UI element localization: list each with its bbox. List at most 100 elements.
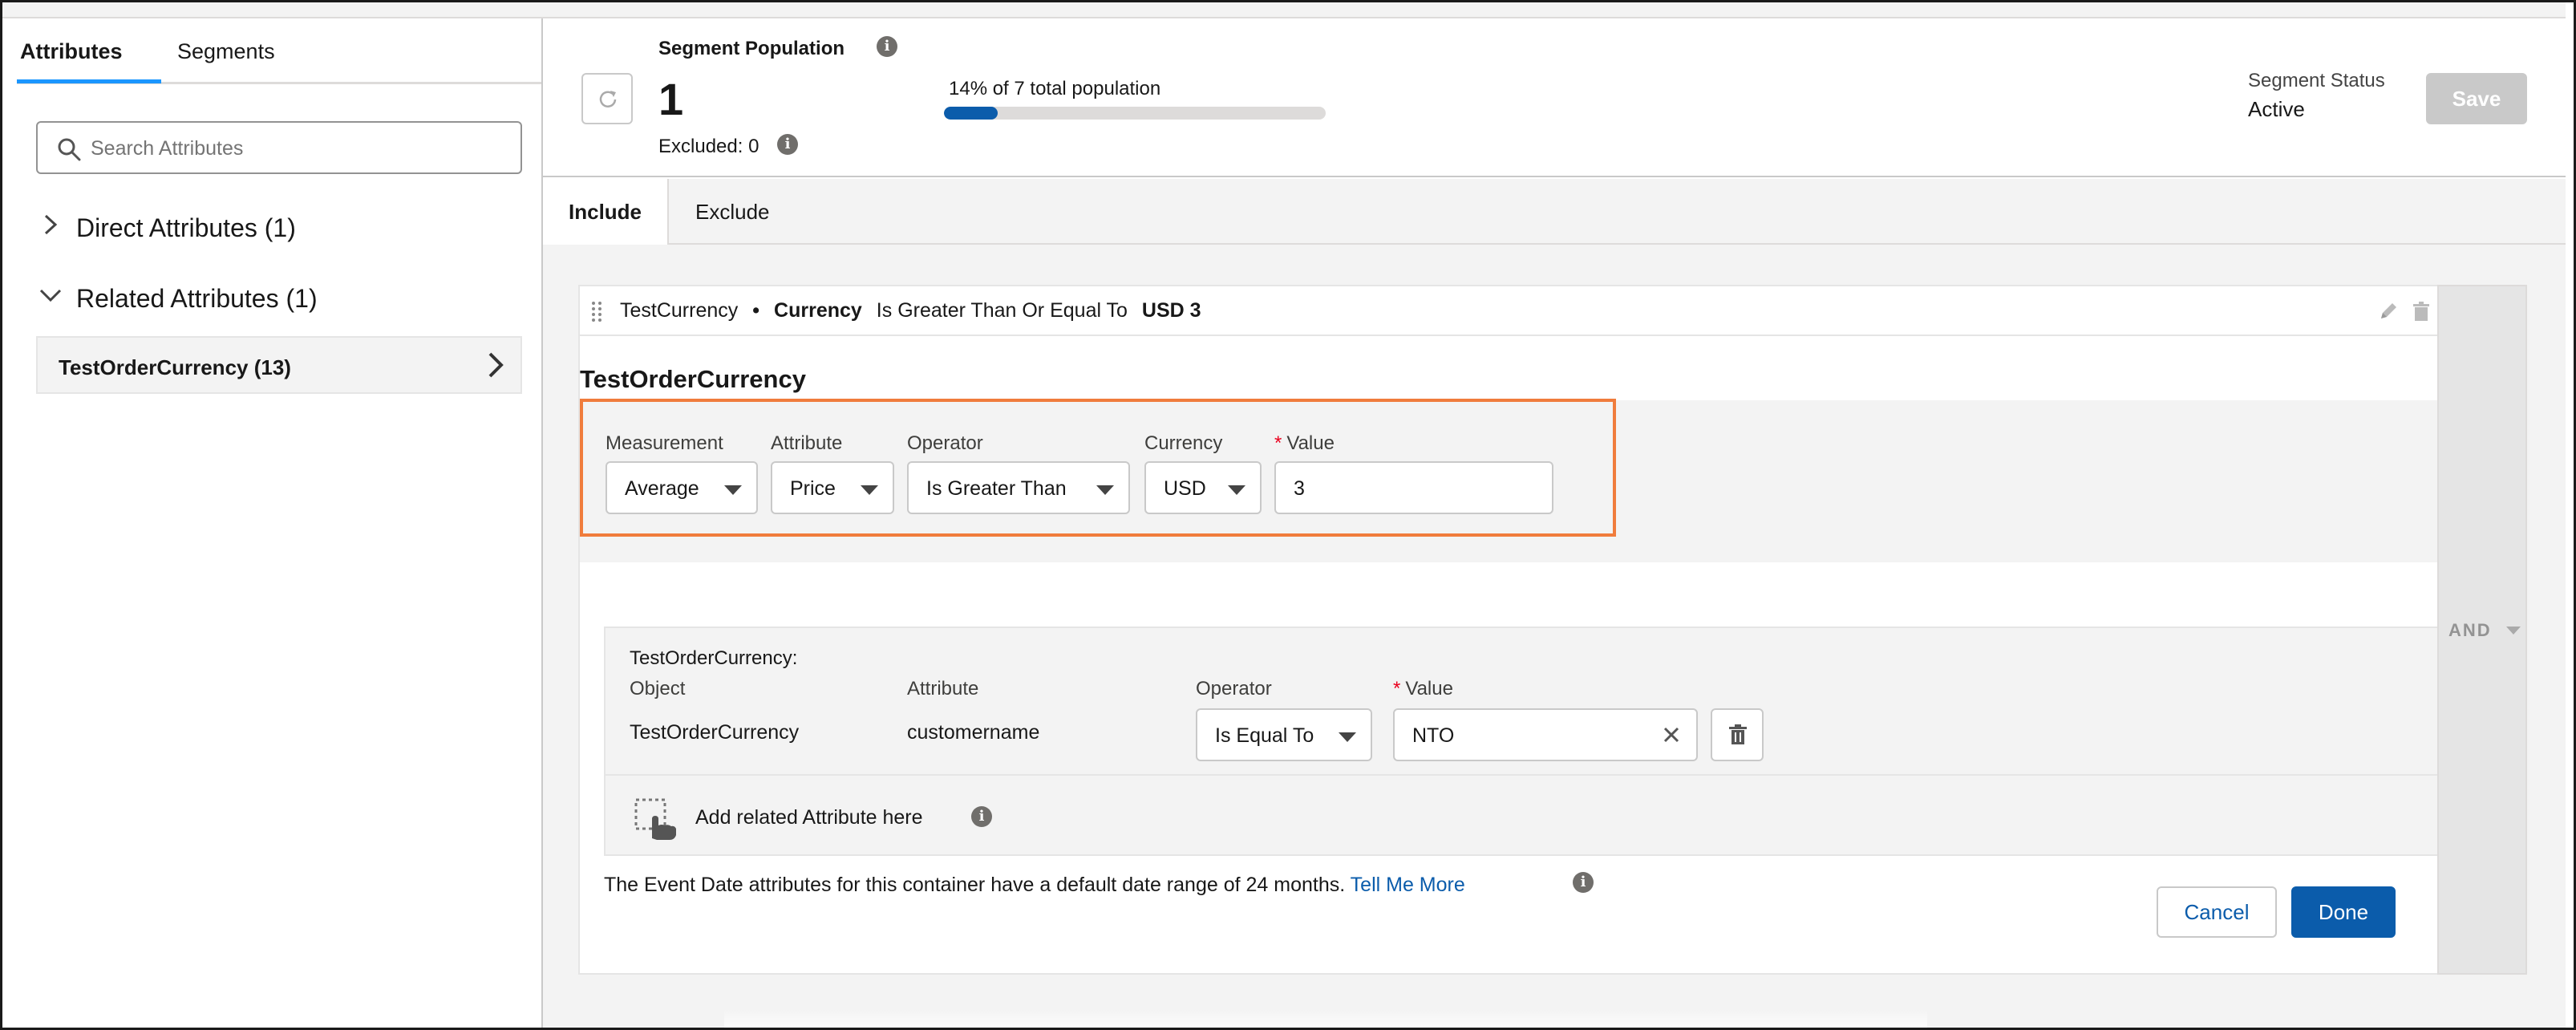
library-tabs: Attributes Segments (17, 18, 541, 84)
search-attributes-input[interactable]: Search Attributes (36, 121, 522, 174)
app-window: Attributes Segments Search Attributes Di… (0, 0, 2576, 1030)
search-icon (58, 138, 81, 161)
criteria-bullet: • (752, 299, 760, 322)
bottom-shadow (724, 1010, 1927, 1028)
tab-exclude[interactable]: Exclude (670, 179, 796, 245)
attribute-label: Attribute (771, 432, 843, 454)
logic-operator-dropdown[interactable]: AND (2437, 285, 2527, 975)
population-count: 1 (658, 74, 684, 124)
population-progress-bar (944, 107, 1326, 120)
tab-attributes[interactable]: Attributes (20, 39, 123, 64)
group-label: Related Attributes (1) (76, 284, 318, 313)
attribute-library-panel: Attributes Segments Search Attributes Di… (17, 18, 541, 1028)
attribute-item-testordercurrency[interactable]: TestOrderCurrency (13) (36, 336, 522, 394)
measurement-dropdown[interactable]: Average (606, 461, 758, 514)
segment-header: Segment Population i 1 Excluded: 0 i 14%… (543, 18, 2566, 177)
drag-drop-icon (634, 798, 676, 840)
segment-status-value: Active (2248, 97, 2305, 121)
caret-down-icon (1228, 485, 1245, 495)
info-icon[interactable]: i (971, 806, 992, 827)
criteria-summary-text: TestCurrency • Currency Is Greater Than Or … (620, 299, 1201, 322)
caret-down-icon (2506, 627, 2521, 635)
related-attribute-value: customername (907, 721, 1040, 744)
segment-population-title: Segment Population i (658, 36, 897, 60)
aggregate-filter-highlight: Measurement Average Attribute Price Oper… (580, 399, 1616, 537)
attribute-item-label: TestOrderCurrency (13) (59, 355, 291, 379)
window-edge (2566, 2, 2574, 1028)
include-exclude-tabs: Include Exclude (543, 179, 2566, 246)
caret-down-icon (724, 485, 742, 495)
related-operator-label: Operator (1196, 678, 1272, 700)
related-attribute-panel: TestOrderCurrency: Object TestOrderCurre… (604, 627, 2448, 856)
save-button[interactable]: Save (2426, 73, 2527, 124)
date-range-note: The Event Date attributes for this conta… (604, 872, 1594, 897)
criteria-field: Currency (774, 299, 862, 322)
group-label: Direct Attributes (1) (76, 213, 296, 242)
delete-icon[interactable] (2412, 301, 2431, 322)
segment-canvas: TestCurrency • Currency Is Greater Than Or … (543, 245, 2566, 1028)
related-operator-value: Is Equal To (1215, 724, 1314, 747)
currency-dropdown[interactable]: USD (1144, 461, 1262, 514)
operator-label: Operator (907, 432, 983, 454)
excluded-count: Excluded: 0 i (658, 134, 798, 158)
population-progress-fill (944, 107, 998, 120)
value-input[interactable]: 3 (1274, 461, 1553, 514)
related-operator-dropdown[interactable]: Is Equal To (1196, 708, 1372, 761)
population-title-text: Segment Population (658, 38, 845, 59)
filter-container-card: TestCurrency • Currency Is Greater Than Or … (578, 285, 2471, 975)
search-placeholder: Search Attributes (91, 137, 244, 160)
caret-down-icon (1096, 485, 1114, 495)
related-value-label: * Value (1393, 678, 1453, 700)
refresh-button[interactable] (581, 73, 633, 124)
excluded-text: Excluded: 0 (658, 136, 759, 157)
criteria-object: TestCurrency (620, 299, 739, 322)
related-attribute-label: Attribute (907, 678, 979, 700)
delete-related-button[interactable] (1711, 708, 1764, 761)
criteria-operator: Is Greater Than Or Equal To (876, 299, 1128, 322)
related-object-value: TestOrderCurrency (630, 721, 800, 744)
trash-icon (1729, 724, 1747, 744)
tab-segments[interactable]: Segments (177, 39, 275, 64)
info-icon[interactable]: i (777, 134, 798, 155)
refresh-icon (599, 91, 617, 107)
measurement-label: Measurement (606, 432, 723, 454)
value-label-text: Value (1286, 432, 1335, 454)
related-value-input[interactable]: NTO (1393, 708, 1698, 761)
chevron-right-icon (488, 352, 504, 378)
group-related-attributes[interactable]: Related Attributes (1) (36, 283, 318, 314)
value-input-text: 3 (1294, 477, 1305, 500)
related-heading: TestOrderCurrency: (630, 647, 798, 669)
required-indicator: * (1274, 432, 1282, 454)
group-direct-attributes[interactable]: Direct Attributes (1) (36, 213, 296, 243)
tell-me-more-link[interactable]: Tell Me More (1351, 874, 1465, 896)
clear-icon[interactable] (1659, 723, 1683, 747)
top-strip (2, 2, 2574, 18)
currency-value: USD (1164, 477, 1206, 500)
related-value-text: NTO (1412, 724, 1455, 747)
edit-icon[interactable] (2378, 301, 2399, 322)
tab-include[interactable]: Include (543, 179, 670, 246)
logic-operator-label: AND (2448, 620, 2492, 640)
chevron-down-icon (39, 289, 62, 302)
criteria-value: USD 3 (1141, 299, 1201, 322)
attribute-value: Price (790, 477, 836, 500)
info-icon[interactable]: i (877, 36, 897, 57)
measurement-value: Average (625, 477, 699, 500)
done-button[interactable]: Done (2291, 886, 2396, 938)
attribute-dropdown[interactable]: Price (771, 461, 894, 514)
value-label: * Value (1274, 432, 1335, 455)
currency-label: Currency (1144, 432, 1223, 454)
info-icon[interactable]: i (1573, 872, 1594, 893)
active-tab-indicator (17, 79, 161, 83)
cancel-button[interactable]: Cancel (2157, 886, 2277, 938)
operator-dropdown[interactable]: Is Greater Than (907, 461, 1130, 514)
related-value-label-text: Value (1405, 678, 1453, 700)
population-percent-text: 14% of 7 total population (949, 78, 1161, 99)
divider (606, 774, 2447, 776)
operator-value: Is Greater Than (926, 477, 1067, 500)
drag-handle-icon[interactable] (591, 301, 602, 322)
caret-down-icon (1339, 732, 1356, 742)
note-text: The Event Date attributes for this conta… (604, 874, 1346, 896)
required-indicator: * (1393, 678, 1401, 700)
criteria-summary-row[interactable]: TestCurrency • Currency Is Greater Than Or … (580, 286, 2471, 336)
